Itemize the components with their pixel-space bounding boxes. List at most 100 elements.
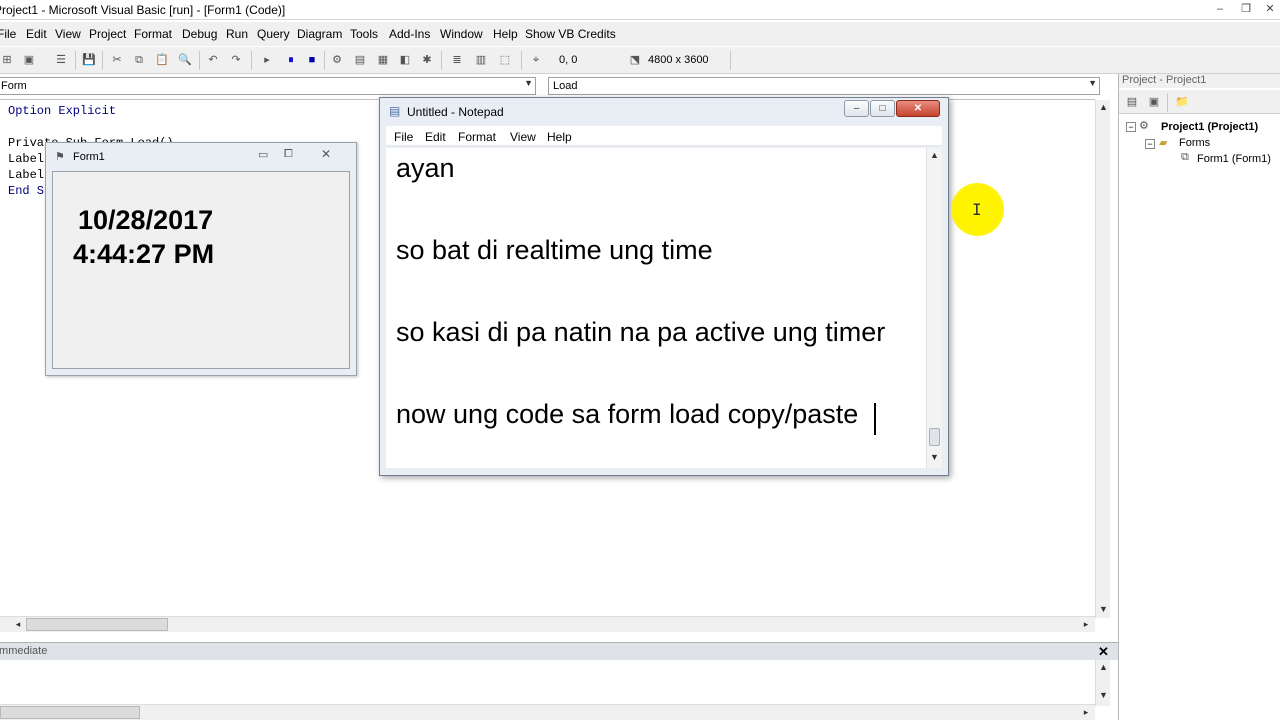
copy-icon[interactable]: ⧉ xyxy=(132,53,146,67)
menu-add-ins[interactable]: Add-Ins xyxy=(389,27,430,41)
project-explorer-icon[interactable]: ⚙ xyxy=(330,53,344,67)
scroll-thumb[interactable] xyxy=(26,618,168,631)
close-icon[interactable]: ✕ xyxy=(1098,644,1109,660)
save-icon[interactable]: 💾 xyxy=(82,53,96,67)
object-browser-icon[interactable]: ◧ xyxy=(398,53,412,67)
code-line[interactable]: Option Explicit xyxy=(8,104,116,118)
chevron-down-icon[interactable]: ▼ xyxy=(524,78,533,88)
toggle-folders-icon[interactable]: 📁 xyxy=(1175,95,1189,109)
undo-icon[interactable]: ↶ xyxy=(206,53,220,67)
object-combo[interactable]: Form ▼ xyxy=(0,77,536,95)
scroll-right-icon[interactable]: ▸ xyxy=(1080,707,1092,718)
component-manager-icon[interactable]: ⬚ xyxy=(498,53,512,67)
scroll-down-icon[interactable]: ▼ xyxy=(1096,690,1111,700)
menu-show-vb-credits[interactable]: Show VB Credits xyxy=(525,27,616,41)
menu-edit[interactable]: Edit xyxy=(26,27,47,41)
minimize-icon[interactable]: ▭ xyxy=(258,148,268,161)
view-object-icon[interactable]: ▣ xyxy=(1147,95,1161,109)
notepad-menu-help[interactable]: Help xyxy=(547,130,572,144)
scroll-up-icon[interactable]: ▲ xyxy=(927,150,942,160)
maximize-icon[interactable]: □ xyxy=(870,100,895,117)
close-icon[interactable]: ✕ xyxy=(896,100,940,117)
text-line: so bat di realtime ung time xyxy=(396,235,713,265)
code-vertical-scrollbar[interactable]: ▲ ▼ xyxy=(1095,100,1110,618)
code-horizontal-scrollbar[interactable]: ◂ ▸ xyxy=(0,616,1095,632)
code-line[interactable]: End S xyxy=(8,184,44,198)
size-readout: 4800 x 3600 xyxy=(648,54,709,66)
menu-debug[interactable]: Debug xyxy=(182,27,217,41)
properties-window-icon[interactable]: ▤ xyxy=(353,53,367,67)
scroll-left-icon[interactable]: ◂ xyxy=(12,619,24,630)
menubar: File Edit View Project Format Debug Run … xyxy=(0,22,1280,46)
paste-icon[interactable]: 📋 xyxy=(155,53,169,67)
maximize-icon[interactable]: ⧠ xyxy=(284,148,293,161)
chevron-down-icon[interactable]: ▼ xyxy=(1088,78,1097,88)
menu-tools[interactable]: Tools xyxy=(350,27,378,41)
notepad-vertical-scrollbar[interactable]: ▲ ▼ xyxy=(926,148,942,468)
immediate-vertical-scrollbar[interactable]: ▲ ▼ xyxy=(1095,660,1110,706)
menu-editor-icon[interactable]: ☰ xyxy=(54,53,68,67)
redo-icon[interactable]: ↷ xyxy=(229,53,243,67)
tree-forms-folder[interactable]: Forms xyxy=(1179,137,1210,149)
immediate-horizontal-scrollbar[interactable]: ▸ xyxy=(0,704,1095,720)
menu-run[interactable]: Run xyxy=(226,27,248,41)
menu-help[interactable]: Help xyxy=(493,27,518,41)
menu-window[interactable]: Window xyxy=(440,27,483,41)
code-line[interactable]: Label xyxy=(8,152,44,166)
notepad-menu-file[interactable]: File xyxy=(394,130,413,144)
minimize-icon[interactable]: – xyxy=(844,100,869,117)
notepad-window[interactable]: ▤ Untitled - Notepad – □ ✕ File Edit For… xyxy=(379,97,949,476)
procedure-combo-value: Load xyxy=(553,80,578,92)
notepad-menu-format[interactable]: Format xyxy=(458,130,496,144)
add-project-icon[interactable]: ⊞ xyxy=(0,53,14,67)
toolbox-icon[interactable]: ✱ xyxy=(420,53,434,67)
menu-view[interactable]: View xyxy=(55,27,81,41)
data-view-icon[interactable]: ≣ xyxy=(450,53,464,67)
text-line: so kasi di pa natin na pa active ung tim… xyxy=(396,317,886,347)
notepad-menu-edit[interactable]: Edit xyxy=(425,130,446,144)
menu-file[interactable]: File xyxy=(0,27,16,41)
collapse-icon[interactable]: − xyxy=(1126,122,1136,132)
vb-titlebar: Project1 - Microsoft Visual Basic [run] … xyxy=(0,0,1280,20)
toolbar-separator xyxy=(102,51,103,70)
collapse-icon[interactable]: − xyxy=(1145,139,1155,149)
immediate-window[interactable]: ▲ ▼ ▸ xyxy=(0,660,1118,720)
notepad-menu-view[interactable]: View xyxy=(510,130,536,144)
project-explorer: Project - Project1 ▤ ▣ 📁 − ⚙ Project1 (P… xyxy=(1118,74,1280,720)
toolbar-separator xyxy=(75,51,76,70)
close-icon[interactable]: ✕ xyxy=(1262,2,1278,16)
tree-form1[interactable]: Form1 (Form1) xyxy=(1197,153,1271,165)
scroll-thumb[interactable] xyxy=(929,428,940,446)
stop-icon[interactable]: ■ xyxy=(305,53,319,67)
minimize-icon[interactable]: – xyxy=(1212,2,1228,16)
toolbar-separator xyxy=(521,51,522,70)
cut-icon[interactable]: ✂ xyxy=(110,53,124,67)
tree-project-root[interactable]: Project1 (Project1) xyxy=(1161,121,1258,133)
notepad-text-area[interactable]: ayan so bat di realtime ung time so kasi… xyxy=(386,148,926,468)
toolbar-separator xyxy=(324,51,325,70)
find-icon[interactable]: 🔍 xyxy=(178,53,192,67)
notepad-title: Untitled - Notepad xyxy=(407,105,504,119)
add-form-icon[interactable]: ▣ xyxy=(22,53,36,67)
form-layout-icon[interactable]: ▦ xyxy=(376,53,390,67)
form1-window[interactable]: ⚑ Form1 ▭ ⧠ ✕ 10/28/2017 4:44:27 PM xyxy=(45,142,357,376)
start-icon[interactable]: ▸ xyxy=(260,53,274,67)
visual-component-icon[interactable]: ▥ xyxy=(474,53,488,67)
scroll-right-icon[interactable]: ▸ xyxy=(1080,619,1092,630)
restore-icon[interactable]: ❐ xyxy=(1238,2,1254,16)
code-line[interactable]: Label xyxy=(8,168,44,182)
scroll-up-icon[interactable]: ▲ xyxy=(1096,102,1111,112)
form1-titlebar[interactable]: ⚑ Form1 ▭ ⧠ ✕ xyxy=(46,143,356,169)
scroll-down-icon[interactable]: ▼ xyxy=(927,452,942,462)
view-code-icon[interactable]: ▤ xyxy=(1125,95,1139,109)
scroll-thumb[interactable] xyxy=(0,706,140,719)
menu-diagram[interactable]: Diagram xyxy=(297,27,342,41)
close-icon[interactable]: ✕ xyxy=(321,147,331,161)
menu-query[interactable]: Query xyxy=(257,27,290,41)
procedure-combo[interactable]: Load ▼ xyxy=(548,77,1100,95)
menu-format[interactable]: Format xyxy=(134,27,172,41)
scroll-up-icon[interactable]: ▲ xyxy=(1096,662,1111,672)
break-icon[interactable]: ⏸ xyxy=(284,53,298,67)
scroll-down-icon[interactable]: ▼ xyxy=(1096,604,1111,614)
menu-project[interactable]: Project xyxy=(89,27,126,41)
